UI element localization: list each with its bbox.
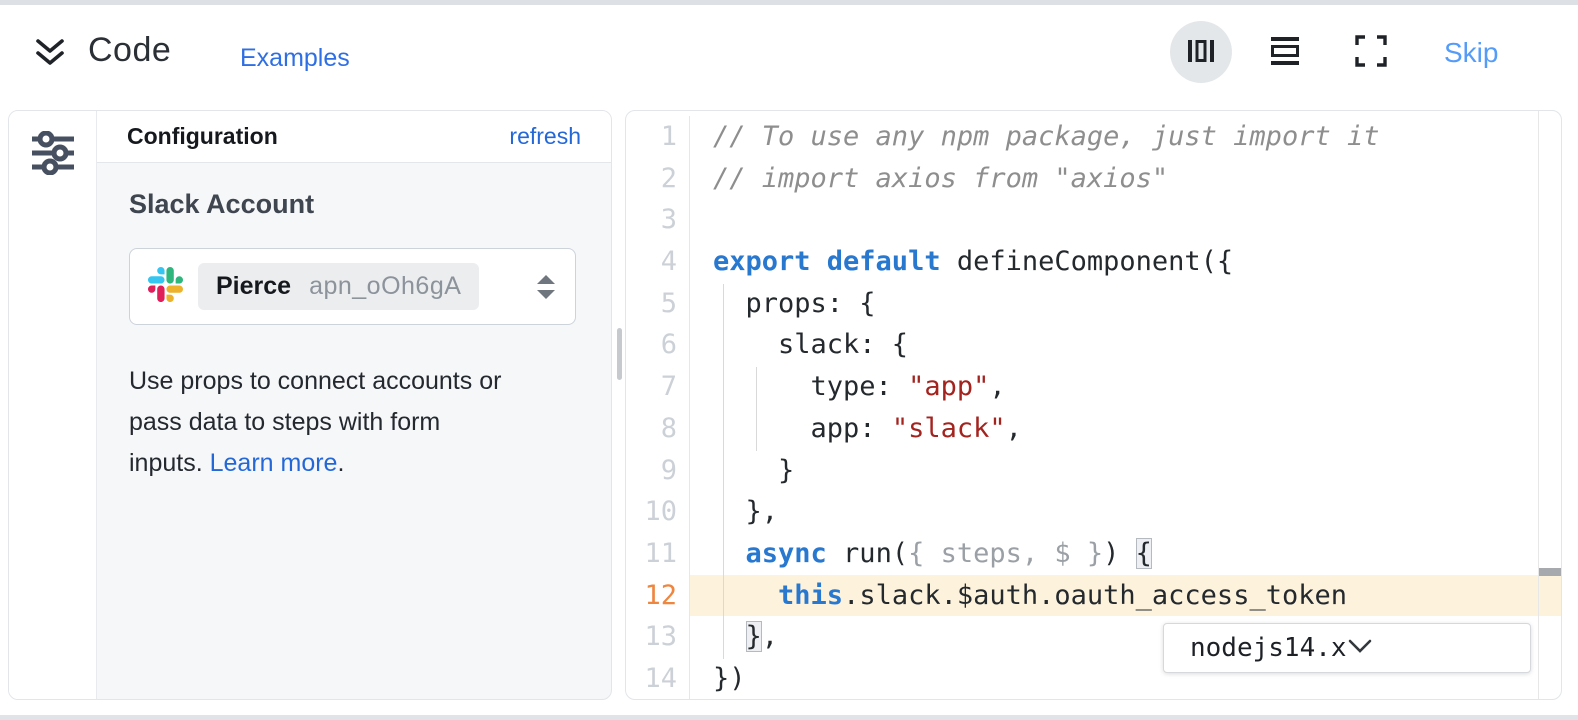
code-line-1[interactable]: 1// To use any npm package, just import …	[626, 116, 1561, 158]
editor-scrollbar-marker[interactable]	[1539, 568, 1562, 576]
fullscreen-button[interactable]	[1354, 36, 1388, 68]
columns-layout-button[interactable]	[1170, 21, 1232, 83]
configuration-title: Configuration	[127, 123, 278, 150]
code-line-7[interactable]: 7 type: "app",	[626, 366, 1561, 408]
line-number: 6	[626, 324, 690, 366]
config-scrollbar-thumb[interactable]	[617, 328, 622, 380]
line-number: 1	[626, 116, 690, 158]
code-text: this.slack.$auth.oauth_access_token	[690, 575, 1561, 617]
configuration-body: Slack Account Pierce apn_oOh6gA	[97, 163, 611, 699]
props-description: Use props to connect accounts or pass da…	[129, 361, 579, 484]
indent-guide	[723, 284, 724, 659]
line-number: 14	[626, 658, 690, 700]
line-number: 8	[626, 408, 690, 450]
columns-layout-icon	[1188, 39, 1214, 66]
runtime-select[interactable]: nodejs14.x	[1163, 623, 1531, 673]
top-edge-strip	[0, 0, 1578, 5]
code-lines: 1// To use any npm package, just import …	[626, 111, 1561, 700]
collapse-step-button[interactable]	[33, 37, 67, 69]
rows-layout-icon	[1270, 37, 1300, 68]
runtime-label: nodejs14.x	[1190, 633, 1347, 663]
editor-scroll-track	[1538, 111, 1539, 699]
code-text: props: {	[690, 283, 1561, 325]
code-text: async run({ steps, $ }) {	[690, 533, 1561, 575]
line-number: 7	[626, 366, 690, 408]
examples-link[interactable]: Examples	[240, 44, 350, 73]
code-text: type: "app",	[690, 366, 1561, 408]
select-arrows-icon	[535, 274, 557, 300]
code-text: // import axios from "axios"	[690, 158, 1561, 200]
line-number: 2	[626, 158, 690, 200]
code-line-4[interactable]: 4export default defineComponent({	[626, 241, 1561, 283]
rows-layout-button[interactable]	[1263, 38, 1307, 66]
line-number: 10	[626, 491, 690, 533]
configuration-panel: Configuration refresh Slack Account Pier…	[8, 110, 612, 700]
line-number: 11	[626, 533, 690, 575]
configuration-header: Configuration refresh	[97, 111, 611, 163]
sliders-icon[interactable]	[29, 131, 77, 180]
learn-more-link[interactable]: Learn more	[210, 449, 338, 477]
code-line-3[interactable]: 3	[626, 199, 1561, 241]
code-text: },	[690, 491, 1561, 533]
chevron-down-icon	[1347, 638, 1373, 659]
line-number: 4	[626, 241, 690, 283]
account-name: Pierce	[216, 272, 291, 301]
account-token: apn_oOh6gA	[309, 272, 461, 301]
code-text: slack: {	[690, 324, 1561, 366]
line-number: 5	[626, 283, 690, 325]
fullscreen-icon	[1355, 35, 1387, 70]
line-number: 13	[626, 616, 690, 658]
code-text: app: "slack",	[690, 408, 1561, 450]
line-number: 9	[626, 450, 690, 492]
description-suffix: .	[337, 449, 344, 477]
refresh-link[interactable]: refresh	[509, 123, 581, 150]
code-line-6[interactable]: 6 slack: {	[626, 324, 1561, 366]
slack-account-heading: Slack Account	[129, 189, 579, 220]
code-line-12[interactable]: 12 this.slack.$auth.oauth_access_token	[626, 575, 1561, 617]
bottom-edge-strip	[0, 715, 1578, 720]
double-chevron-down-icon	[33, 57, 67, 72]
skip-link[interactable]: Skip	[1444, 37, 1498, 69]
slack-logo-icon	[148, 267, 183, 307]
code-text: }	[690, 450, 1561, 492]
line-number: 3	[626, 199, 690, 241]
code-line-5[interactable]: 5 props: {	[626, 283, 1561, 325]
code-line-2[interactable]: 2// import axios from "axios"	[626, 158, 1561, 200]
code-line-9[interactable]: 9 }	[626, 450, 1561, 492]
selected-account: Pierce apn_oOh6gA	[198, 263, 479, 310]
code-text	[690, 199, 1561, 241]
code-line-11[interactable]: 11 async run({ steps, $ }) {	[626, 533, 1561, 575]
code-editor[interactable]: 1// To use any npm package, just import …	[625, 110, 1562, 700]
configuration-rail	[9, 111, 97, 699]
code-line-10[interactable]: 10 },	[626, 491, 1561, 533]
page-title: Code	[88, 31, 171, 70]
line-number: 12	[626, 575, 690, 617]
indent-guide	[756, 367, 757, 451]
code-text: // To use any npm package, just import i…	[690, 116, 1561, 158]
code-text: export default defineComponent({	[690, 241, 1561, 283]
code-line-8[interactable]: 8 app: "slack",	[626, 408, 1561, 450]
slack-account-select[interactable]: Pierce apn_oOh6gA	[129, 248, 576, 325]
